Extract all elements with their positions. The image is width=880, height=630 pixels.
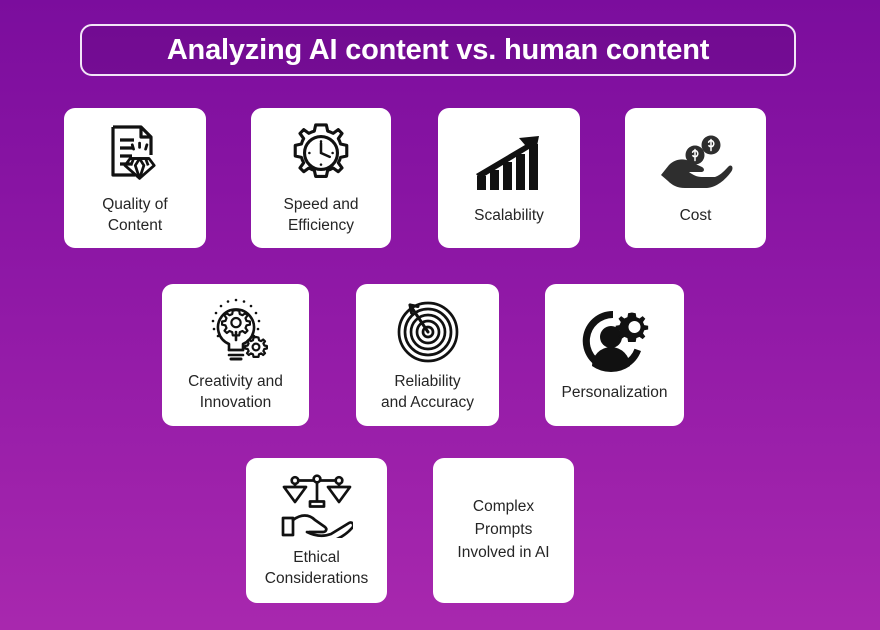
card-cost[interactable]: Cost [625, 108, 766, 248]
card-personalization[interactable]: Personalization [545, 284, 684, 426]
user-gear-icon [580, 305, 650, 377]
gear-clock-icon [290, 117, 352, 189]
title-banner: Analyzing AI content vs. human content [80, 24, 796, 76]
growth-bar-chart-icon [473, 128, 545, 200]
card-label: Personalization [561, 383, 668, 401]
card-label: Reliability and Accuracy [380, 373, 475, 411]
hand-coins-icon [659, 128, 733, 200]
card-quality-of-content[interactable]: Quality of Content [64, 108, 206, 248]
card-speed-and-efficiency[interactable]: Speed and Efficiency [251, 108, 391, 248]
card-label: Quality of Content [102, 196, 168, 234]
target-arrow-icon [395, 294, 461, 366]
card-label: Scalability [474, 206, 544, 224]
card-label: Speed and Efficiency [283, 196, 359, 234]
card-reliability-and-accuracy[interactable]: Reliability and Accuracy [356, 284, 499, 426]
scales-hand-icon [281, 470, 353, 542]
document-diamond-icon [103, 117, 167, 189]
card-label: Creativity and Innovation [188, 373, 283, 411]
card-creativity-and-innovation[interactable]: Creativity and Innovation [162, 284, 309, 426]
card-complex-prompts-involved-in-ai[interactable]: Complex Prompts Involved in AI [433, 458, 574, 603]
card-ethical-considerations[interactable]: Ethical Considerations [246, 458, 387, 603]
card-label: Cost [679, 206, 712, 224]
card-label: Complex Prompts Involved in AI [457, 497, 550, 562]
lightbulb-gear-icon [201, 294, 271, 366]
card-scalability[interactable]: Scalability [438, 108, 580, 248]
page-title: Analyzing AI content vs. human content [166, 33, 710, 66]
card-label: Ethical Considerations [264, 548, 369, 587]
infographic-canvas: Analyzing AI content vs. human content Q… [0, 0, 880, 630]
